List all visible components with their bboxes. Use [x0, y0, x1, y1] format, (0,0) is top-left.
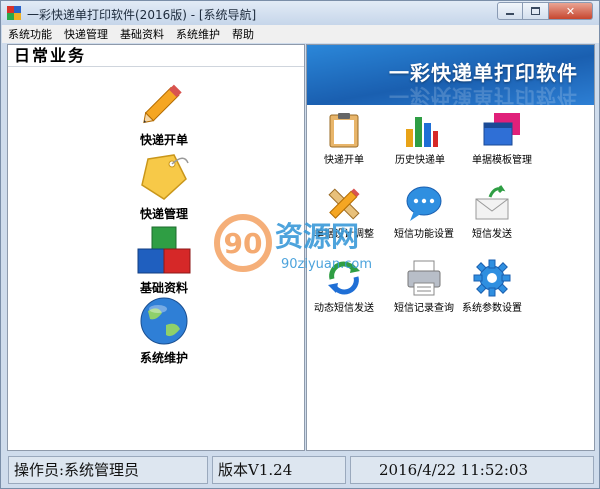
nav-create-waybill[interactable]: 快递开单: [114, 77, 214, 148]
func-system-parameters-label: 系统参数设置: [462, 303, 522, 314]
bar-chart-icon: [400, 111, 440, 149]
func-template-management-label: 单据模板管理: [472, 155, 532, 166]
menu-basic-data[interactable]: 基础资料: [114, 26, 170, 42]
watermark-logo: 90: [224, 227, 263, 260]
pencil-icon: [134, 77, 194, 129]
nav-basic-data-label: 基础资料: [139, 281, 188, 295]
func-system-parameters[interactable]: 系统参数设置: [447, 259, 537, 314]
app-icon: [7, 6, 21, 20]
func-sms-send-label: 短信发送: [472, 229, 512, 240]
mail-send-icon: [472, 185, 512, 223]
minimize-button[interactable]: [497, 2, 523, 20]
nav-system-maintenance-label: 系统维护: [139, 351, 188, 365]
gear-icon: [472, 259, 512, 297]
maximize-button[interactable]: [523, 2, 549, 20]
menu-express-management[interactable]: 快递管理: [58, 26, 114, 42]
banner-title-reflection: 一彩快递单打印软件: [389, 84, 578, 105]
menu-help[interactable]: 帮助: [226, 26, 260, 42]
func-history-waybill[interactable]: 历史快递单: [375, 111, 465, 166]
nav-system-maintenance[interactable]: 系统维护: [114, 295, 214, 366]
func-template-management[interactable]: 单据模板管理: [457, 111, 547, 166]
status-bar: 操作员:系统管理员 版本V1.24 2016/4/22 11:52:03: [2, 452, 599, 488]
watermark-url: 90ziyuan.com: [281, 257, 373, 272]
tag-icon: [134, 151, 194, 203]
watermark: 90 资源网 90ziyuan.com: [209, 213, 399, 279]
status-operator: 操作员:系统管理员: [8, 456, 208, 484]
title-bar: 一彩快递单打印软件(2016版) - [系统导航] ✕: [1, 1, 599, 25]
banner-title: 一彩快递单打印软件: [389, 61, 578, 85]
printer-icon: [404, 259, 444, 297]
product-banner: 一彩快递单打印软件 一彩快递单打印软件: [307, 45, 594, 105]
nav-express-management-label: 快递管理: [139, 207, 188, 221]
func-sms-send[interactable]: 短信发送: [447, 185, 537, 240]
nav-express-management[interactable]: 快递管理: [114, 151, 214, 222]
nav-basic-data[interactable]: 基础资料: [114, 225, 214, 296]
maximize-icon: [531, 7, 540, 15]
minimize-icon: [506, 13, 514, 15]
app-window: 一彩快递单打印软件(2016版) - [系统导航] ✕ 系统功能 快递管理 基础…: [0, 0, 600, 489]
menu-bar: 系统功能 快递管理 基础资料 系统维护 帮助: [2, 25, 599, 43]
watermark-logo-icon: 90: [214, 214, 272, 272]
close-button[interactable]: ✕: [549, 2, 593, 20]
blocks-icon: [134, 225, 194, 277]
clipboard-icon: [324, 111, 364, 149]
speech-bubble-icon: [404, 185, 444, 223]
menu-system-maintenance[interactable]: 系统维护: [170, 26, 226, 42]
globe-icon: [134, 295, 194, 347]
watermark-text: 资源网: [275, 220, 360, 253]
close-icon: ✕: [565, 4, 576, 18]
status-datetime: 2016/4/22 11:52:03: [350, 456, 594, 484]
window-title: 一彩快递单打印软件(2016版) - [系统导航]: [27, 8, 257, 22]
daily-business-header: 日常业务: [8, 45, 304, 67]
func-dynamic-sms-label: 动态短信发送: [314, 303, 374, 314]
func-history-waybill-label: 历史快递单: [395, 155, 445, 166]
status-version: 版本V1.24: [212, 456, 346, 484]
nav-create-waybill-label: 快递开单: [139, 133, 188, 147]
menu-system-functions[interactable]: 系统功能: [2, 26, 58, 42]
window-icon: [482, 111, 522, 149]
